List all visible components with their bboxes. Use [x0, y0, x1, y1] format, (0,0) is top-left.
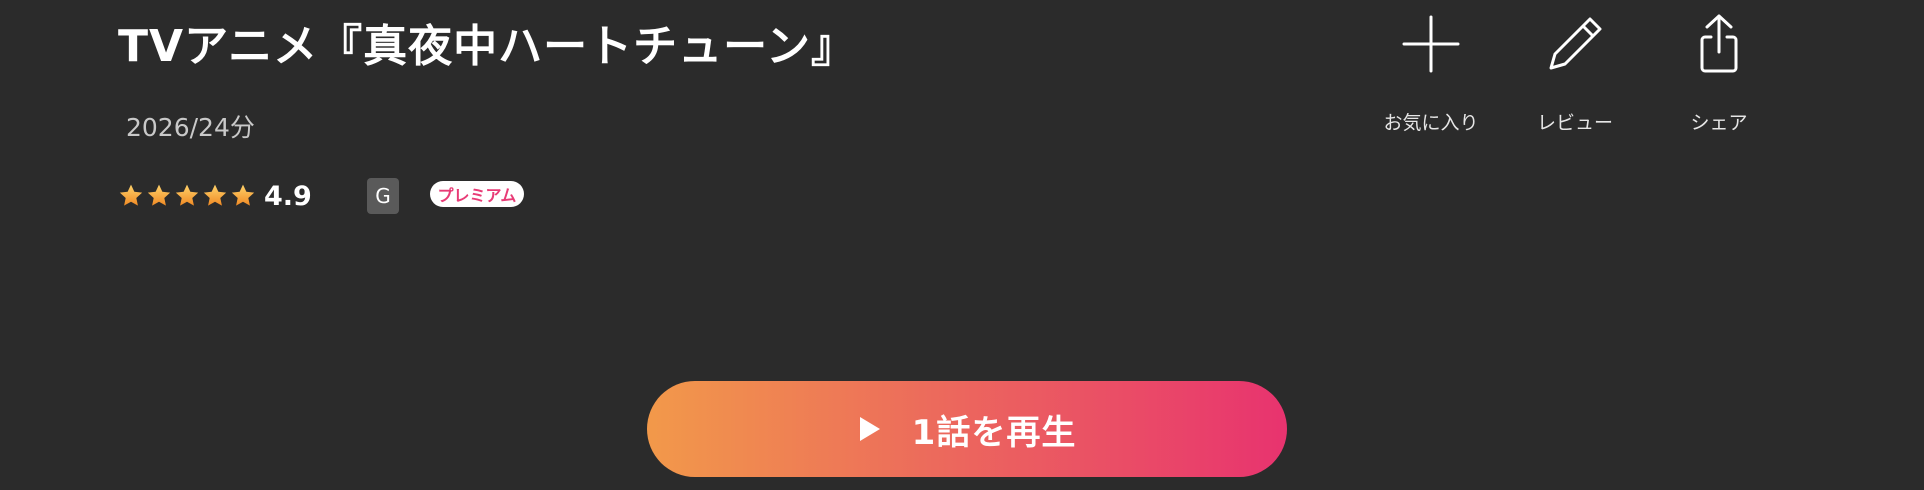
star-rating: [118, 183, 256, 209]
review-label: レビュー: [1536, 112, 1613, 134]
favorite-button[interactable]: お気に入り: [1366, 12, 1496, 135]
play-button-label: 1話を再生: [911, 412, 1077, 453]
play-icon: [859, 417, 880, 441]
title-detail-header: TVアニメ『真夜中ハートチューン』 2026/24分 4.9 G プレミアム お…: [0, 0, 1924, 490]
share-icon: [1688, 12, 1750, 76]
plus-icon: [1400, 12, 1462, 76]
pencil-icon: [1544, 12, 1606, 76]
rating-value: 4.9: [264, 180, 312, 212]
share-button[interactable]: シェア: [1654, 12, 1784, 135]
play-episode-button[interactable]: 1話を再生: [647, 381, 1287, 477]
page-title: TVアニメ『真夜中ハートチューン』: [118, 21, 856, 72]
star-icon: [119, 184, 143, 206]
star-icon: [175, 184, 199, 206]
star-icon: [203, 184, 227, 206]
review-button[interactable]: レビュー: [1510, 12, 1640, 135]
favorite-label: お気に入り: [1383, 112, 1479, 134]
star-icon: [147, 184, 171, 206]
year-duration: 2026/24分: [126, 113, 255, 142]
share-label: シェア: [1690, 112, 1748, 134]
premium-badge: プレミアム: [430, 181, 524, 207]
star-icon: [231, 184, 255, 206]
rating: 4.9: [118, 178, 312, 214]
age-rating-badge: G: [367, 178, 399, 214]
